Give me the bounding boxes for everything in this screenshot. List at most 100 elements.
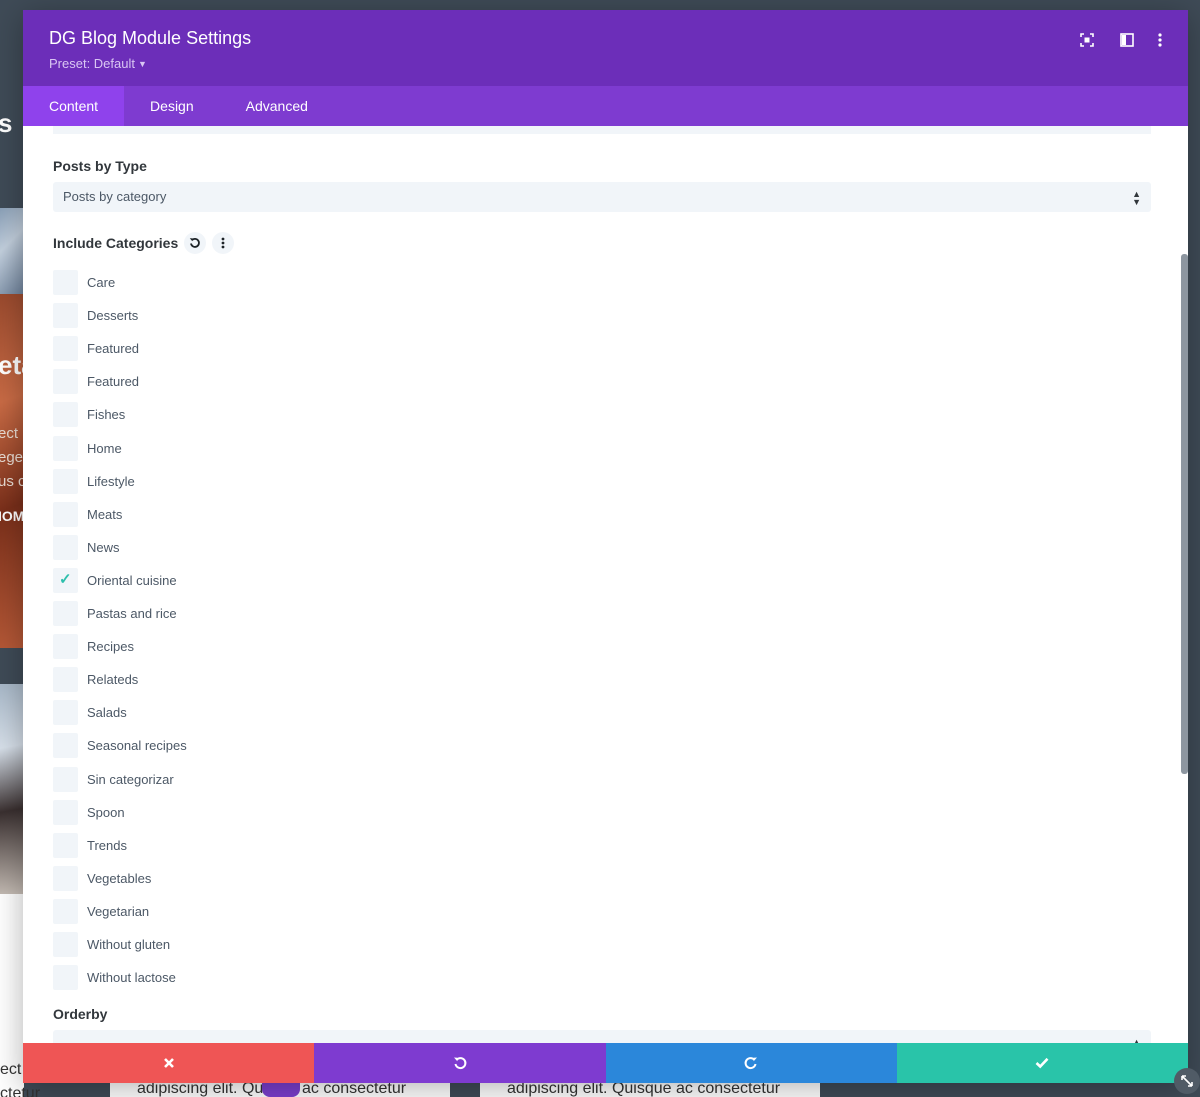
- checkbox[interactable]: [53, 931, 78, 957]
- category-checkbox-row[interactable]: Salads: [53, 699, 127, 725]
- reset-icon[interactable]: [184, 232, 207, 254]
- category-label: Relateds: [87, 671, 139, 687]
- category-checkbox-row[interactable]: Vegetarian: [53, 898, 149, 924]
- checkbox[interactable]: [53, 501, 78, 527]
- category-label: Fishes: [87, 406, 126, 422]
- category-checkbox-row[interactable]: Trends: [53, 832, 127, 858]
- category-label: Pastas and rice: [87, 605, 177, 621]
- checkbox[interactable]: [53, 964, 78, 990]
- background-image-3: [0, 684, 24, 894]
- orderby-label: Orderby: [53, 1006, 108, 1022]
- modal-header: DG Blog Module Settings Preset: Default ▼: [23, 10, 1188, 86]
- category-checkbox-row[interactable]: Seasonal recipes: [53, 732, 187, 758]
- category-checkbox-row[interactable]: Recipes: [53, 633, 134, 659]
- category-checkbox-row[interactable]: Spoon: [53, 799, 125, 825]
- posts-by-type-select[interactable]: Posts by category ▲ ▼: [53, 182, 1151, 212]
- category-label: Lifestyle: [87, 473, 135, 489]
- tab-design[interactable]: Design: [124, 86, 220, 126]
- save-button[interactable]: [896, 1043, 1188, 1083]
- split-view-icon[interactable]: [1117, 30, 1137, 50]
- category-checkbox-row[interactable]: Relateds: [53, 666, 138, 692]
- checkbox[interactable]: [53, 633, 78, 659]
- resize-handle-icon[interactable]: [1174, 1068, 1200, 1094]
- category-checkbox-row[interactable]: Without lactose: [53, 964, 176, 990]
- checkbox[interactable]: ✓: [53, 567, 78, 593]
- background-heading-fragment: s: [0, 108, 13, 138]
- category-label: Vegetables: [87, 870, 152, 886]
- previous-field-edge: [53, 126, 1151, 134]
- checkbox[interactable]: [53, 666, 78, 692]
- category-label: Care: [87, 274, 116, 290]
- checkbox[interactable]: [53, 799, 78, 825]
- settings-body[interactable]: Posts by Type Posts by category ▲ ▼ Inclu…: [23, 126, 1188, 1043]
- category-checkbox-row[interactable]: Lifestyle: [53, 468, 135, 494]
- category-label: Seasonal recipes: [87, 737, 187, 753]
- category-label: Recipes: [87, 638, 134, 654]
- category-label: Vegetarian: [87, 903, 150, 919]
- caret-down-icon: ▼: [138, 59, 147, 69]
- category-label: News: [87, 539, 120, 555]
- select-arrows-icon: ▲▼: [1132, 189, 1141, 207]
- orderby-select[interactable]: ▲▼: [53, 1030, 1151, 1043]
- settings-modal: DG Blog Module Settings Preset: Default ▼…: [23, 10, 1188, 1083]
- category-checkbox-row[interactable]: Sin categorizar: [53, 766, 174, 792]
- category-checkbox-row[interactable]: Care: [53, 269, 115, 295]
- category-label: Salads: [87, 704, 127, 720]
- cancel-button[interactable]: [23, 1043, 315, 1083]
- checkbox[interactable]: [53, 898, 78, 924]
- checkbox[interactable]: [53, 435, 78, 461]
- redo-icon: [744, 1057, 758, 1070]
- category-label: Without lactose: [87, 969, 176, 985]
- undo-icon: [453, 1057, 467, 1070]
- preset-dropdown[interactable]: Preset: Default ▼: [49, 56, 147, 71]
- category-checkbox-row[interactable]: Home: [53, 435, 122, 461]
- category-label: Without gluten: [87, 936, 171, 952]
- category-checkbox-row[interactable]: Vegetables: [53, 865, 151, 891]
- checkbox[interactable]: [53, 335, 78, 361]
- category-label: Spoon: [87, 804, 125, 820]
- background-link-fragment: IOM: [0, 508, 25, 524]
- checkbox[interactable]: [53, 766, 78, 792]
- background-image-1: [0, 208, 24, 294]
- modal-title: DG Blog Module Settings: [49, 28, 252, 48]
- category-checkbox-row[interactable]: Pastas and rice: [53, 600, 177, 626]
- category-checkbox-row[interactable]: Desserts: [53, 302, 138, 328]
- checkbox[interactable]: [53, 302, 78, 328]
- scrollbar[interactable]: [1181, 254, 1188, 774]
- category-label: Trends: [87, 837, 127, 853]
- checkbox[interactable]: [53, 401, 78, 427]
- category-checkbox-row[interactable]: Featured: [53, 335, 139, 361]
- category-checkbox-row[interactable]: Without gluten: [53, 931, 170, 957]
- modal-footer: [23, 1043, 1188, 1083]
- redo-button[interactable]: [605, 1043, 897, 1083]
- category-label: Desserts: [87, 307, 139, 323]
- include-categories-header: Include Categories: [53, 232, 235, 254]
- more-vertical-icon[interactable]: [212, 232, 235, 254]
- check-icon: [1035, 1057, 1049, 1069]
- checkbox[interactable]: [53, 865, 78, 891]
- checkbox[interactable]: [53, 368, 78, 394]
- checkbox[interactable]: [53, 468, 78, 494]
- category-checkbox-row[interactable]: Featured: [53, 368, 139, 394]
- tab-content[interactable]: Content: [23, 86, 125, 126]
- more-vertical-icon[interactable]: [1150, 30, 1170, 50]
- tab-bar: Content Design Advanced: [23, 86, 1188, 126]
- category-checkbox-row[interactable]: News: [53, 534, 120, 560]
- select-arrows-icon: ▲▼: [1132, 1037, 1141, 1044]
- checkbox[interactable]: [53, 832, 78, 858]
- checkbox[interactable]: [53, 269, 78, 295]
- category-checkbox-row[interactable]: Meats: [53, 501, 122, 527]
- category-checkbox-row[interactable]: ✓ Oriental cuisine: [53, 567, 177, 593]
- category-label: Featured: [87, 340, 140, 356]
- undo-button[interactable]: [314, 1043, 606, 1083]
- category-label: Home: [87, 440, 122, 456]
- checkbox[interactable]: [53, 534, 78, 560]
- focus-icon[interactable]: [1077, 30, 1097, 50]
- checkbox[interactable]: [53, 600, 78, 626]
- checkbox[interactable]: [53, 732, 78, 758]
- category-label: Featured: [87, 373, 140, 389]
- category-checkbox-row[interactable]: Fishes: [53, 401, 125, 427]
- check-icon: ✓: [59, 570, 72, 588]
- checkbox[interactable]: [53, 699, 78, 725]
- tab-advanced[interactable]: Advanced: [220, 86, 334, 126]
